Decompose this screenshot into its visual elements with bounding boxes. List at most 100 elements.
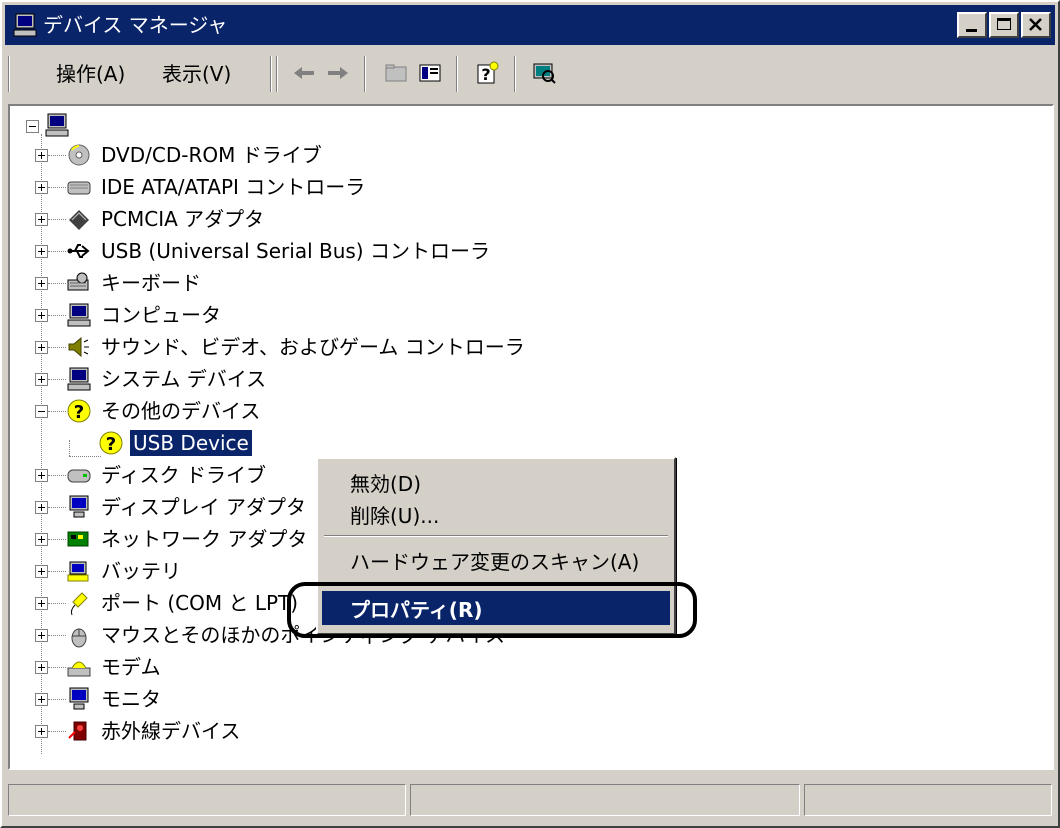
expand-toggle[interactable] bbox=[35, 693, 48, 706]
tree-category-item[interactable]: コンピュータ bbox=[66, 300, 224, 330]
expand-toggle[interactable] bbox=[35, 213, 48, 226]
tree-item-label: バッテリ bbox=[101, 559, 181, 583]
forward-button[interactable] bbox=[324, 58, 352, 88]
forward-arrow-icon bbox=[328, 67, 348, 79]
minimize-button[interactable] bbox=[957, 12, 987, 38]
tree-child-item[interactable]: ? USB Device bbox=[98, 428, 252, 458]
tree-guide-line bbox=[48, 411, 66, 412]
tree-category-item[interactable]: キーボード bbox=[66, 268, 204, 298]
context-disable[interactable]: 無効(D) bbox=[322, 465, 670, 499]
scan-hardware-button[interactable] bbox=[530, 58, 558, 88]
help-button[interactable]: ? bbox=[474, 58, 502, 88]
tree-guide-line bbox=[48, 315, 66, 316]
tree-item-label: モデム bbox=[101, 655, 161, 679]
tree-guide-line bbox=[48, 475, 66, 476]
context-separator bbox=[324, 535, 668, 537]
tree-item-label: ネットワーク アダプタ bbox=[101, 527, 308, 551]
pcmcia-icon bbox=[69, 210, 89, 230]
expand-toggle[interactable] bbox=[35, 181, 48, 194]
tree-category-item[interactable]: ディスク ドライブ bbox=[66, 460, 269, 490]
tree-item-label: DVD/CD-ROM ドライブ bbox=[101, 143, 322, 167]
expand-toggle[interactable] bbox=[35, 661, 48, 674]
tree-guide-line bbox=[48, 603, 66, 604]
display-icon bbox=[69, 495, 89, 518]
up-button[interactable] bbox=[382, 58, 410, 88]
expand-toggle[interactable] bbox=[35, 629, 48, 642]
toolbar-separator bbox=[364, 56, 366, 92]
expand-toggle[interactable] bbox=[35, 565, 48, 578]
tree-guide-line bbox=[48, 251, 66, 252]
collapse-toggle[interactable] bbox=[35, 405, 48, 418]
tree-guide-line bbox=[48, 219, 66, 220]
tree-category-item[interactable]: ディスプレイ アダプタ bbox=[66, 492, 309, 522]
unknown-device-icon: ? bbox=[67, 399, 91, 423]
close-button[interactable] bbox=[1021, 12, 1051, 38]
tree-guide-line bbox=[48, 507, 66, 508]
menu-view[interactable]: 表示(V) bbox=[162, 62, 231, 86]
tree-root[interactable] bbox=[44, 110, 76, 140]
modem-icon bbox=[67, 661, 91, 677]
title-bar[interactable]: デバイス マネージャ bbox=[5, 5, 1055, 45]
tree-category-item[interactable]: IDE ATA/ATAPI コントローラ bbox=[66, 172, 368, 202]
tree-guide-line bbox=[48, 635, 66, 636]
menubar-grip bbox=[8, 56, 10, 92]
tree-item-label: コンピュータ bbox=[101, 303, 221, 327]
tree-guide-line bbox=[48, 283, 66, 284]
expand-toggle[interactable] bbox=[35, 501, 48, 514]
tree-guide-line bbox=[48, 571, 66, 572]
menu-action[interactable]: 操作(A) bbox=[56, 62, 125, 86]
back-button[interactable] bbox=[290, 58, 318, 88]
tree-category-item[interactable]: システム デバイス bbox=[66, 364, 269, 394]
disk-icon bbox=[67, 469, 91, 483]
port-icon bbox=[70, 592, 88, 616]
expand-toggle[interactable] bbox=[35, 725, 48, 738]
expand-toggle[interactable] bbox=[35, 277, 48, 290]
tree-guide-line bbox=[48, 539, 66, 540]
toolbar-separator bbox=[456, 56, 458, 92]
computer-icon bbox=[45, 113, 69, 137]
back-arrow-icon bbox=[294, 67, 314, 79]
tree-category-item[interactable]: PCMCIA アダプタ bbox=[66, 204, 267, 234]
expand-toggle[interactable] bbox=[35, 341, 48, 354]
mouse-icon bbox=[71, 628, 87, 648]
context-scan-hardware[interactable]: ハードウェア変更のスキャン(A) bbox=[322, 543, 670, 577]
tree-category-item[interactable]: ネットワーク アダプタ bbox=[66, 524, 310, 554]
minimize-icon bbox=[966, 29, 977, 32]
expand-toggle[interactable] bbox=[35, 469, 48, 482]
device-tree[interactable]: DVD/CD-ROM ドライブ IDE ATA/ATAPI コントローラ PCMCI… bbox=[8, 104, 1054, 770]
expand-toggle[interactable] bbox=[35, 597, 48, 610]
context-uninstall[interactable]: 削除(U)... bbox=[322, 497, 670, 531]
tree-category-item[interactable]: バッテリ bbox=[66, 556, 184, 586]
toolbar-separator bbox=[270, 56, 272, 92]
tree-category-item[interactable]: モデム bbox=[66, 652, 164, 682]
expand-toggle[interactable] bbox=[35, 373, 48, 386]
status-pane bbox=[8, 784, 406, 816]
maximize-button[interactable] bbox=[989, 12, 1019, 38]
expand-toggle[interactable] bbox=[35, 309, 48, 322]
tree-item-label: ディスク ドライブ bbox=[101, 463, 266, 487]
tree-category-item[interactable]: USB (Universal Serial Bus) コントローラ bbox=[66, 236, 493, 266]
ide-icon bbox=[67, 181, 91, 195]
tree-category-item[interactable]: ? その他のデバイス bbox=[66, 396, 263, 426]
computer-icon bbox=[67, 303, 91, 327]
tree-item-label: ポート (COM と LPT) bbox=[101, 591, 299, 615]
tree-category-item[interactable]: サウンド、ビデオ、およびゲーム コントローラ bbox=[66, 332, 528, 362]
show-hide-tree-button[interactable] bbox=[416, 58, 444, 88]
tree-category-item[interactable]: モニタ bbox=[66, 684, 164, 714]
properties-icon bbox=[419, 64, 441, 82]
tree-guide-line bbox=[48, 699, 66, 700]
tree-item-label: IDE ATA/ATAPI コントローラ bbox=[101, 175, 366, 199]
root-collapse-toggle[interactable] bbox=[26, 120, 39, 133]
expand-toggle[interactable] bbox=[35, 533, 48, 546]
status-pane bbox=[804, 784, 1052, 816]
computer-icon bbox=[13, 13, 37, 37]
tree-category-item[interactable]: 赤外線デバイス bbox=[66, 716, 243, 746]
tree-category-item[interactable]: DVD/CD-ROM ドライブ bbox=[66, 140, 325, 170]
tree-item-label: 赤外線デバイス bbox=[101, 719, 241, 743]
menu-toolbar: 操作(A) 表示(V) ? bbox=[8, 50, 1054, 98]
expand-toggle[interactable] bbox=[35, 149, 48, 162]
tree-category-item[interactable]: ポート (COM と LPT) bbox=[66, 588, 301, 618]
expand-toggle[interactable] bbox=[35, 245, 48, 258]
tree-item-label: サウンド、ビデオ、およびゲーム コントローラ bbox=[101, 335, 525, 359]
infrared-icon bbox=[68, 721, 87, 741]
